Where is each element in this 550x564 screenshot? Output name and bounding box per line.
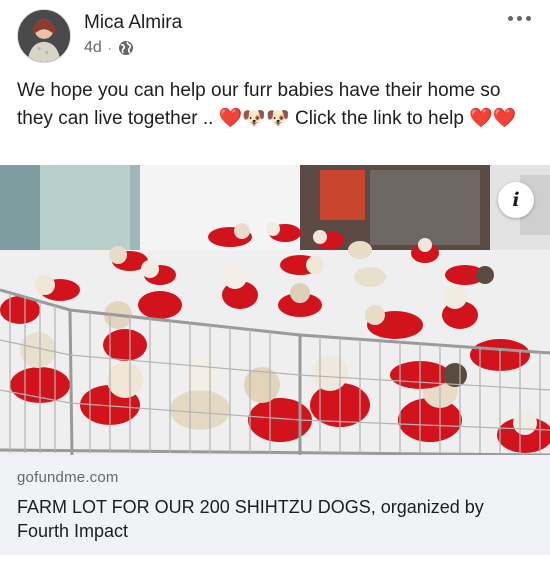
link-preview-card[interactable]: gofundme.com FARM LOT FOR OUR 200 SHIHTZ… (0, 455, 550, 555)
author-avatar[interactable] (17, 9, 71, 63)
post-text: We hope you can help our furr babies hav… (17, 80, 517, 129)
post-meta: 4d · (84, 39, 134, 57)
meta-separator: · (107, 41, 112, 55)
post-time[interactable]: 4d (84, 39, 102, 57)
globe-icon (118, 40, 134, 56)
author-name[interactable]: Mica Almira (84, 12, 182, 34)
link-domain: gofundme.com (17, 469, 119, 486)
dogs-photo (0, 165, 550, 455)
post-image[interactable] (0, 165, 550, 455)
avatar-photo (18, 10, 70, 62)
info-button[interactable]: i (498, 182, 534, 218)
dot-icon (507, 15, 513, 21)
link-title[interactable]: FARM LOT FOR OUR 200 SHIHTZU DOGS, organ… (17, 495, 533, 543)
dot-icon (525, 15, 531, 21)
dot-icon (516, 15, 522, 21)
more-options-button[interactable] (505, 11, 533, 25)
post-header: Mica Almira 4d · (17, 9, 533, 63)
